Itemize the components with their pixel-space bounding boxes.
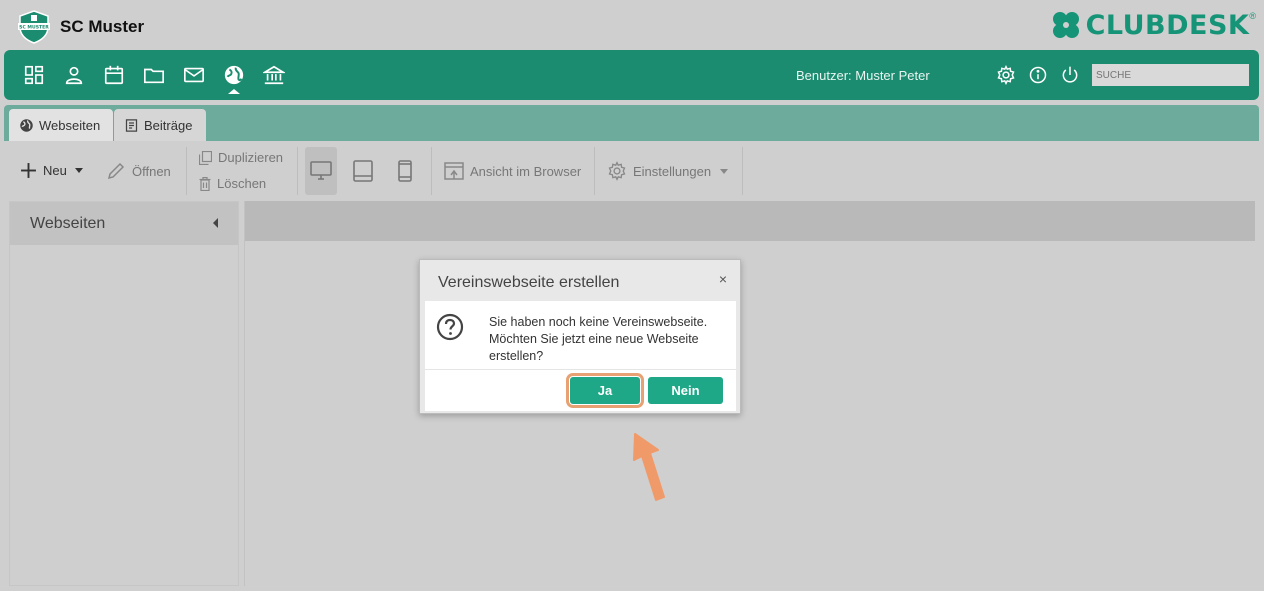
club-name: SC Muster bbox=[60, 17, 145, 36]
delete-button[interactable]: Löschen bbox=[199, 176, 266, 191]
clubdesk-logo: CLUBDESK ® bbox=[1050, 9, 1256, 41]
brand-name: CLUBDESK bbox=[1085, 9, 1250, 41]
app-header: SC MUSTER SC Muster CLUBDESK ® bbox=[0, 0, 1264, 50]
club-logo[interactable]: SC MUSTER bbox=[16, 9, 52, 45]
toolbar-divider bbox=[186, 147, 187, 195]
plus-icon bbox=[21, 163, 36, 178]
delete-label: Löschen bbox=[217, 176, 267, 191]
copy-icon bbox=[199, 150, 212, 165]
brand-registered: ® bbox=[1249, 11, 1256, 21]
open-label: Öffnen bbox=[132, 163, 171, 179]
left-panel-title: Webseiten bbox=[30, 214, 106, 232]
calendar-icon[interactable] bbox=[102, 63, 126, 87]
toolbar-divider bbox=[297, 147, 298, 195]
question-icon bbox=[436, 313, 464, 341]
folder-icon[interactable] bbox=[142, 63, 166, 87]
left-panel: Webseiten bbox=[9, 201, 239, 586]
view-in-browser-button[interactable]: Ansicht im Browser bbox=[444, 161, 581, 181]
dialog-message-line: erstellen? bbox=[489, 349, 544, 363]
dashboard-icon[interactable] bbox=[22, 63, 46, 87]
dialog-message: Sie haben noch keine Vereinswebseite. Mö… bbox=[489, 314, 729, 365]
phone-view-button[interactable] bbox=[389, 147, 421, 195]
new-button[interactable]: Neu bbox=[20, 162, 83, 179]
dialog-footer-divider bbox=[425, 369, 736, 370]
new-label: Neu bbox=[43, 163, 67, 178]
duplicate-button[interactable]: Duplizieren bbox=[199, 150, 283, 165]
tab-beitraege[interactable]: Beiträge bbox=[114, 109, 206, 141]
dialog-message-line: Möchten Sie jetzt eine neue Webseite bbox=[489, 332, 699, 346]
mail-icon[interactable] bbox=[182, 63, 206, 87]
settings-button[interactable]: Einstellungen bbox=[607, 161, 729, 181]
main-navigation: Benutzer: Muster Peter bbox=[4, 50, 1259, 100]
content-header bbox=[245, 201, 1255, 241]
tab-webseiten[interactable]: Webseiten bbox=[9, 109, 113, 141]
active-nav-indicator bbox=[228, 89, 240, 94]
dialog-body: Sie haben noch keine Vereinswebseite. Mö… bbox=[425, 301, 736, 411]
person-icon[interactable] bbox=[62, 63, 86, 87]
open-button[interactable]: Öffnen bbox=[106, 161, 171, 181]
yes-button[interactable]: Ja bbox=[566, 373, 644, 408]
pencil-icon bbox=[107, 162, 125, 180]
tablet-icon bbox=[353, 160, 373, 182]
trash-icon bbox=[199, 176, 211, 191]
globe-icon[interactable] bbox=[222, 63, 246, 87]
toolbar-divider bbox=[594, 147, 595, 195]
close-icon[interactable]: × bbox=[719, 271, 727, 287]
toolbar-divider bbox=[431, 147, 432, 195]
left-panel-header: Webseiten bbox=[10, 202, 238, 245]
search-input[interactable] bbox=[1092, 64, 1249, 86]
settings-gear-icon[interactable] bbox=[996, 64, 1016, 86]
chevron-down-icon bbox=[720, 168, 729, 174]
gear-icon bbox=[608, 161, 626, 181]
phone-icon bbox=[398, 160, 412, 182]
power-icon[interactable] bbox=[1060, 65, 1080, 85]
duplicate-label: Duplizieren bbox=[218, 150, 284, 165]
svg-text:SC MUSTER: SC MUSTER bbox=[19, 25, 49, 31]
settings-label: Einstellungen bbox=[633, 163, 712, 179]
dialog-message-line: Sie haben noch keine Vereinswebseite. bbox=[489, 315, 708, 329]
create-website-dialog: Vereinswebseite erstellen × Sie haben no… bbox=[419, 259, 741, 414]
toolbar: Neu Öffnen Duplizieren Löschen Ansicht i… bbox=[0, 141, 1264, 201]
no-button[interactable]: Nein bbox=[648, 377, 723, 404]
dialog-title: Vereinswebseite erstellen bbox=[438, 274, 620, 291]
bank-icon[interactable] bbox=[262, 63, 286, 87]
browser-label: Ansicht im Browser bbox=[470, 163, 582, 179]
content-area bbox=[244, 201, 1255, 586]
pointer-arrow-icon bbox=[633, 433, 665, 501]
chevron-down-icon bbox=[74, 168, 83, 173]
clover-icon bbox=[1052, 12, 1079, 38]
tab-label: Webseiten bbox=[39, 117, 101, 133]
document-icon bbox=[125, 118, 138, 132]
collapse-left-icon[interactable] bbox=[213, 218, 218, 228]
tablet-view-button[interactable] bbox=[347, 147, 379, 195]
tab-bar: Webseiten Beiträge bbox=[4, 105, 1259, 141]
desktop-view-button[interactable] bbox=[305, 147, 337, 195]
tab-label: Beiträge bbox=[144, 117, 193, 133]
globe-icon bbox=[20, 118, 33, 132]
desktop-icon bbox=[310, 161, 332, 180]
browser-icon bbox=[444, 162, 464, 180]
info-icon[interactable] bbox=[1028, 65, 1048, 85]
current-user: Benutzer: Muster Peter bbox=[796, 68, 930, 83]
toolbar-divider bbox=[742, 147, 743, 195]
